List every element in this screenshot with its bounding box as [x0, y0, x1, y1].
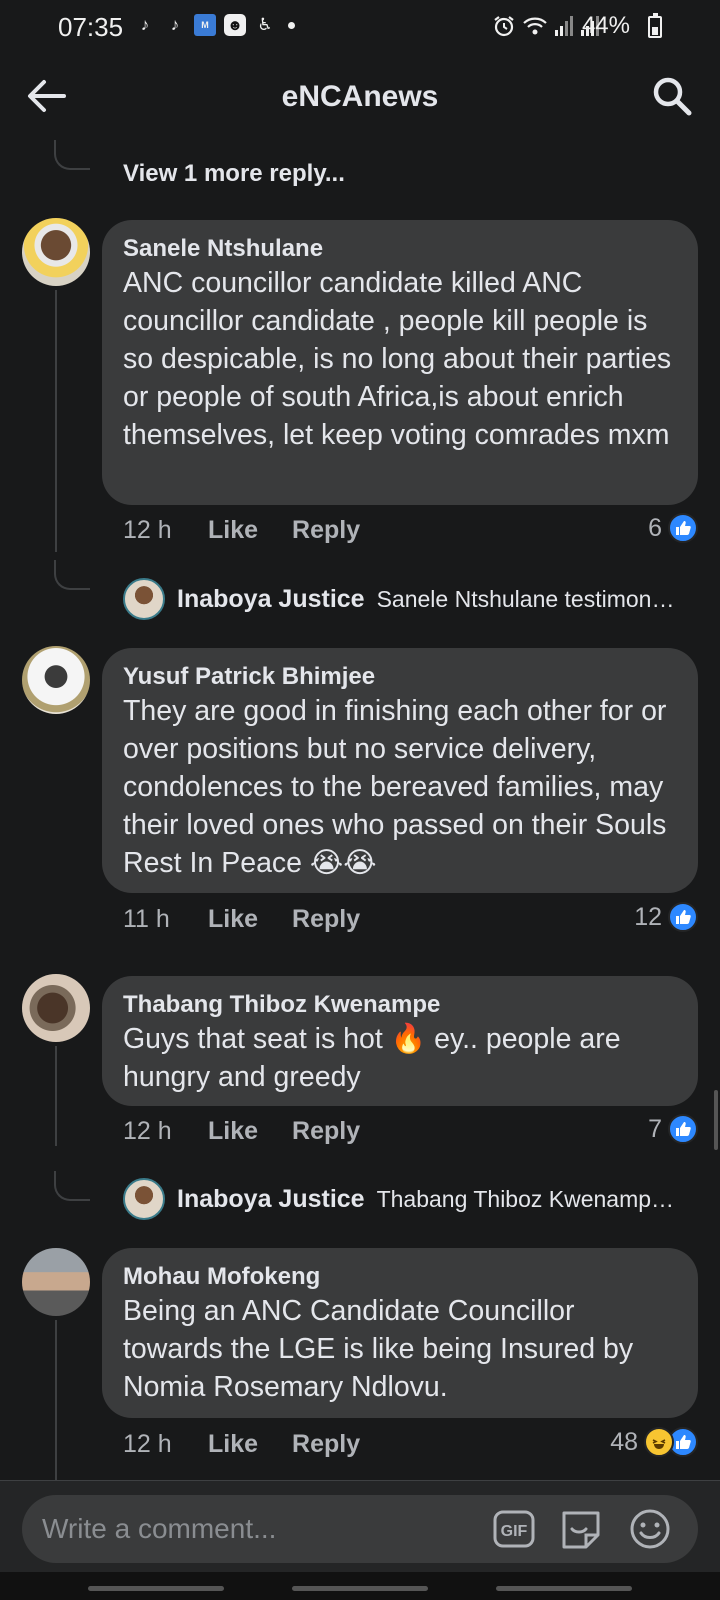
- avatar[interactable]: [22, 218, 90, 286]
- avatar[interactable]: [123, 1178, 165, 1220]
- reaction-count: 6: [648, 513, 662, 542]
- search-icon: [653, 77, 692, 116]
- gif-button[interactable]: GIF: [492, 1507, 536, 1551]
- mnet-icon: M: [194, 14, 216, 36]
- comment-time[interactable]: 12 h: [123, 1430, 208, 1459]
- gif-icon: GIF: [493, 1510, 535, 1548]
- like-reaction-icon: [668, 513, 698, 543]
- reaction-count: 48: [610, 1427, 638, 1456]
- comment-actions: 11 h Like Reply: [123, 905, 394, 934]
- view-more-replies-link[interactable]: View 1 more reply...: [123, 160, 345, 188]
- comment-author[interactable]: Mohau Mofokeng: [123, 1262, 678, 1292]
- comment-text: ANC councillor candidate killed ANC coun…: [123, 267, 672, 451]
- comment-text: Guys that seat is hot 🔥 ey.. people are …: [123, 1023, 621, 1093]
- search-button[interactable]: [650, 74, 696, 120]
- comment-author[interactable]: Thabang Thiboz Kwenampe: [123, 990, 678, 1020]
- tiktok-icon: ♪: [170, 15, 180, 34]
- thread-line: [54, 560, 90, 590]
- thread-line: [55, 290, 57, 552]
- reply-preview[interactable]: Inaboya Justice Thabang Thiboz Kwenamp…: [123, 1178, 698, 1220]
- thread-line: [54, 140, 90, 170]
- avatar[interactable]: [123, 578, 165, 620]
- reaction-count: 12: [634, 902, 662, 931]
- comment-time[interactable]: 11 h: [123, 905, 208, 934]
- page-title: eNCAnews: [281, 80, 439, 113]
- comment-text: Being an ANC Candidate Councillor toward…: [123, 1295, 634, 1403]
- like-button[interactable]: Like: [208, 1430, 258, 1459]
- signal-icon: [555, 16, 573, 36]
- sticker-button[interactable]: [558, 1507, 602, 1551]
- battery-icon: [648, 13, 662, 38]
- sticker-icon: [562, 1511, 600, 1549]
- reaction-count: 7: [648, 1114, 662, 1143]
- reply-button[interactable]: Reply: [292, 905, 360, 934]
- comment-bubble: Yusuf Patrick Bhimjee They are good in f…: [102, 648, 698, 893]
- reply-button[interactable]: Reply: [292, 1430, 360, 1459]
- comment-composer: GIF: [0, 1480, 720, 1572]
- avatar[interactable]: [22, 974, 90, 1042]
- tiktok-icon: ♪: [140, 15, 150, 34]
- comment-author[interactable]: Sanele Ntshulane: [123, 234, 678, 264]
- reaction-summary[interactable]: 12: [634, 902, 698, 932]
- wifi-icon: [523, 17, 547, 35]
- reaction-summary[interactable]: 7: [648, 1114, 698, 1144]
- comment-author[interactable]: Yusuf Patrick Bhimjee: [123, 662, 678, 692]
- battery-percent: 44%: [581, 12, 630, 39]
- reply-preview[interactable]: Inaboya Justice Sanele Ntshulane testimo…: [123, 578, 698, 620]
- like-reaction-icon: [668, 1114, 698, 1144]
- thread-line: [54, 1171, 90, 1201]
- svg-text:GIF: GIF: [501, 1523, 528, 1540]
- comment-actions: 12 h Like Reply: [123, 1430, 394, 1459]
- nav-home-indicator[interactable]: [292, 1586, 428, 1591]
- like-button[interactable]: Like: [208, 516, 258, 545]
- comment-time[interactable]: 12 h: [123, 1117, 208, 1146]
- comment-time[interactable]: 12 h: [123, 516, 208, 545]
- avatar[interactable]: [22, 646, 90, 714]
- like-reaction-icon: [668, 902, 698, 932]
- like-button[interactable]: Like: [208, 1117, 258, 1146]
- comment-text: They are good in finishing each other fo…: [123, 695, 667, 879]
- emoji-icon: [630, 1509, 670, 1549]
- nav-back-indicator[interactable]: [496, 1586, 632, 1591]
- emoji-button[interactable]: [628, 1507, 672, 1551]
- nav-recents-indicator[interactable]: [88, 1586, 224, 1591]
- reply-text: Sanele Ntshulane testimon…: [376, 585, 675, 612]
- comment-bubble: Sanele Ntshulane ANC councillor candidat…: [102, 220, 698, 505]
- scrollbar[interactable]: [714, 1090, 718, 1150]
- dot-icon: [288, 21, 295, 29]
- reply-button[interactable]: Reply: [292, 516, 360, 545]
- reply-author[interactable]: Inaboya Justice: [177, 585, 365, 614]
- reaction-summary[interactable]: 48: [610, 1427, 698, 1457]
- like-button[interactable]: Like: [208, 905, 258, 934]
- haha-reaction-icon: [644, 1427, 674, 1457]
- gallery-icon: ☻: [224, 14, 246, 36]
- system-nav-bar: [0, 1572, 720, 1600]
- reply-text: Thabang Thiboz Kwenamp…: [376, 1185, 675, 1212]
- reaction-summary[interactable]: 6: [648, 513, 698, 543]
- app-header: eNCAnews: [0, 56, 720, 136]
- status-bar: 07:35 ♪ ♪ M ☻ ♿ 44%: [0, 0, 720, 56]
- accessibility-icon: ♿: [257, 15, 273, 34]
- comment-bubble: Mohau Mofokeng Being an ANC Candidate Co…: [102, 1248, 698, 1418]
- comment-bubble: Thabang Thiboz Kwenampe Guys that seat i…: [102, 976, 698, 1106]
- thread-line: [55, 1320, 57, 1480]
- status-time: 07:35: [58, 12, 124, 42]
- thread-line: [55, 1046, 57, 1146]
- comment-actions: 12 h Like Reply: [123, 516, 394, 545]
- alarm-icon: [494, 16, 514, 37]
- comment-actions: 12 h Like Reply: [123, 1117, 394, 1146]
- notification-icons: ♪ ♪ M ☻ ♿: [134, 14, 295, 36]
- reply-author[interactable]: Inaboya Justice: [177, 1185, 365, 1214]
- avatar[interactable]: [22, 1248, 90, 1316]
- reply-button[interactable]: Reply: [292, 1117, 360, 1146]
